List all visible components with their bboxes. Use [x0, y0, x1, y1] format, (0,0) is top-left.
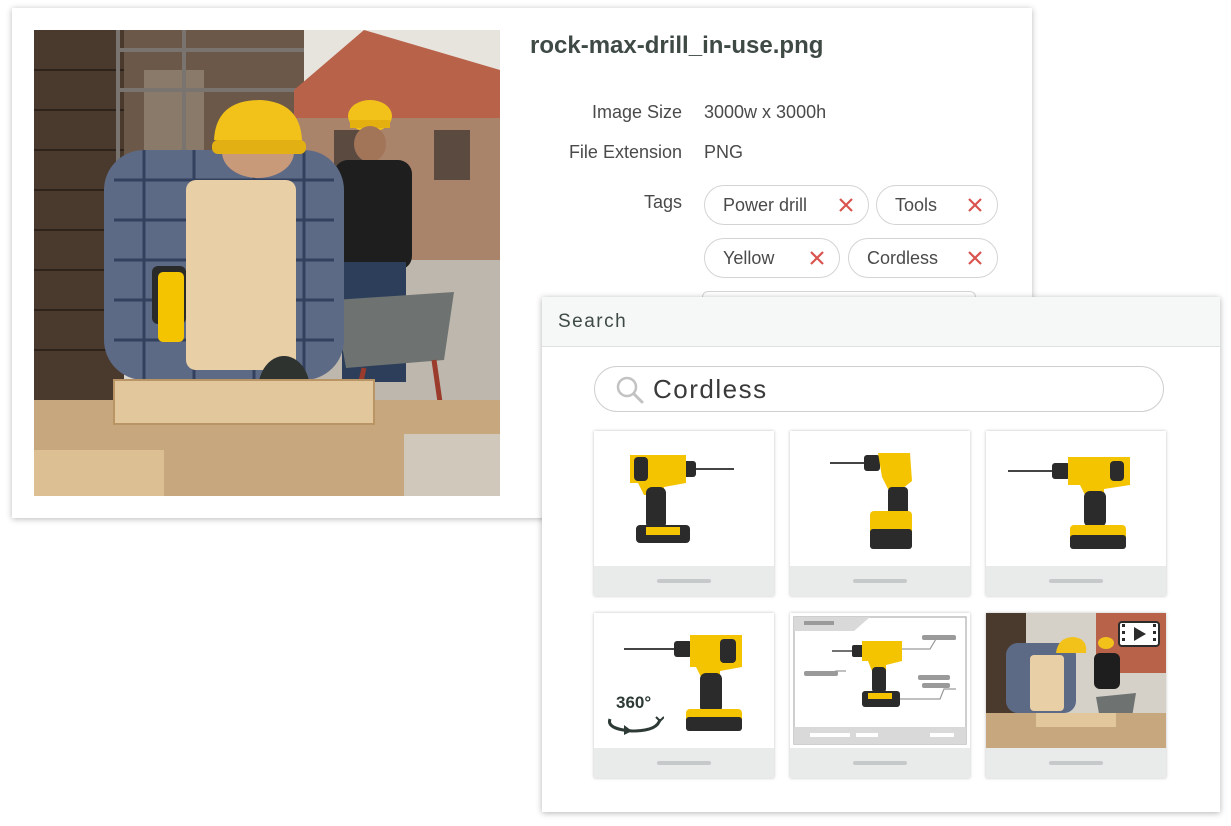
remove-tag-icon[interactable]: [967, 197, 983, 213]
tag-chip-cordless: Cordless: [848, 238, 998, 278]
search-result-drill-side[interactable]: [986, 431, 1166, 596]
video-play-icon: [1118, 621, 1160, 647]
search-panel: Search Cordless 360°: [542, 297, 1220, 812]
result-caption-placeholder: [1049, 761, 1103, 765]
search-result-drill-left[interactable]: [790, 431, 970, 596]
result-footer: [594, 566, 774, 596]
tag-chip-yellow: Yellow: [704, 238, 840, 278]
tag-chip-power-drill: Power drill: [704, 185, 869, 225]
result-footer: [790, 566, 970, 596]
360-badge: 360°: [616, 693, 652, 712]
tag-chip-tools: Tools: [876, 185, 998, 225]
result-footer: [986, 566, 1166, 596]
file-extension-label: File Extension: [568, 142, 682, 162]
remove-tag-icon[interactable]: [838, 197, 854, 213]
file-extension-value: PNG: [704, 142, 744, 162]
search-result-drill-right[interactable]: [594, 431, 774, 596]
search-result-drill-diagram[interactable]: [790, 613, 970, 778]
search-result-drill-video[interactable]: [986, 613, 1166, 778]
result-footer: [986, 748, 1166, 778]
result-image: [790, 431, 970, 566]
result-caption-placeholder: [1049, 579, 1103, 583]
result-caption-placeholder: [657, 761, 711, 765]
search-result-drill-360[interactable]: 360°: [594, 613, 774, 778]
tag-label: Cordless: [867, 247, 939, 268]
remove-tag-icon[interactable]: [967, 250, 983, 266]
result-image: [986, 431, 1166, 566]
result-footer: [790, 748, 970, 778]
result-caption-placeholder: [853, 761, 907, 765]
result-caption-placeholder: [657, 579, 711, 583]
tag-label: Yellow: [723, 247, 775, 268]
magnifier-icon: [616, 376, 644, 404]
tag-label: Power drill: [723, 194, 808, 215]
image-size-label: Image Size: [591, 102, 682, 122]
search-panel-header: Search: [542, 297, 1220, 347]
asset-filename: rock-max-drill_in-use.png: [530, 32, 824, 59]
search-input[interactable]: [653, 373, 1133, 405]
tags-label: Tags: [643, 192, 682, 212]
result-footer: [594, 748, 774, 778]
asset-preview-image[interactable]: [34, 30, 500, 496]
result-image: [790, 613, 970, 748]
result-caption-placeholder: [853, 579, 907, 583]
remove-tag-icon[interactable]: [809, 250, 825, 266]
search-box[interactable]: [594, 366, 1164, 412]
image-size-value: 3000w x 3000h: [704, 102, 827, 122]
search-panel-title: Search: [558, 310, 628, 332]
result-image: [594, 431, 774, 566]
tag-label: Tools: [895, 194, 938, 215]
